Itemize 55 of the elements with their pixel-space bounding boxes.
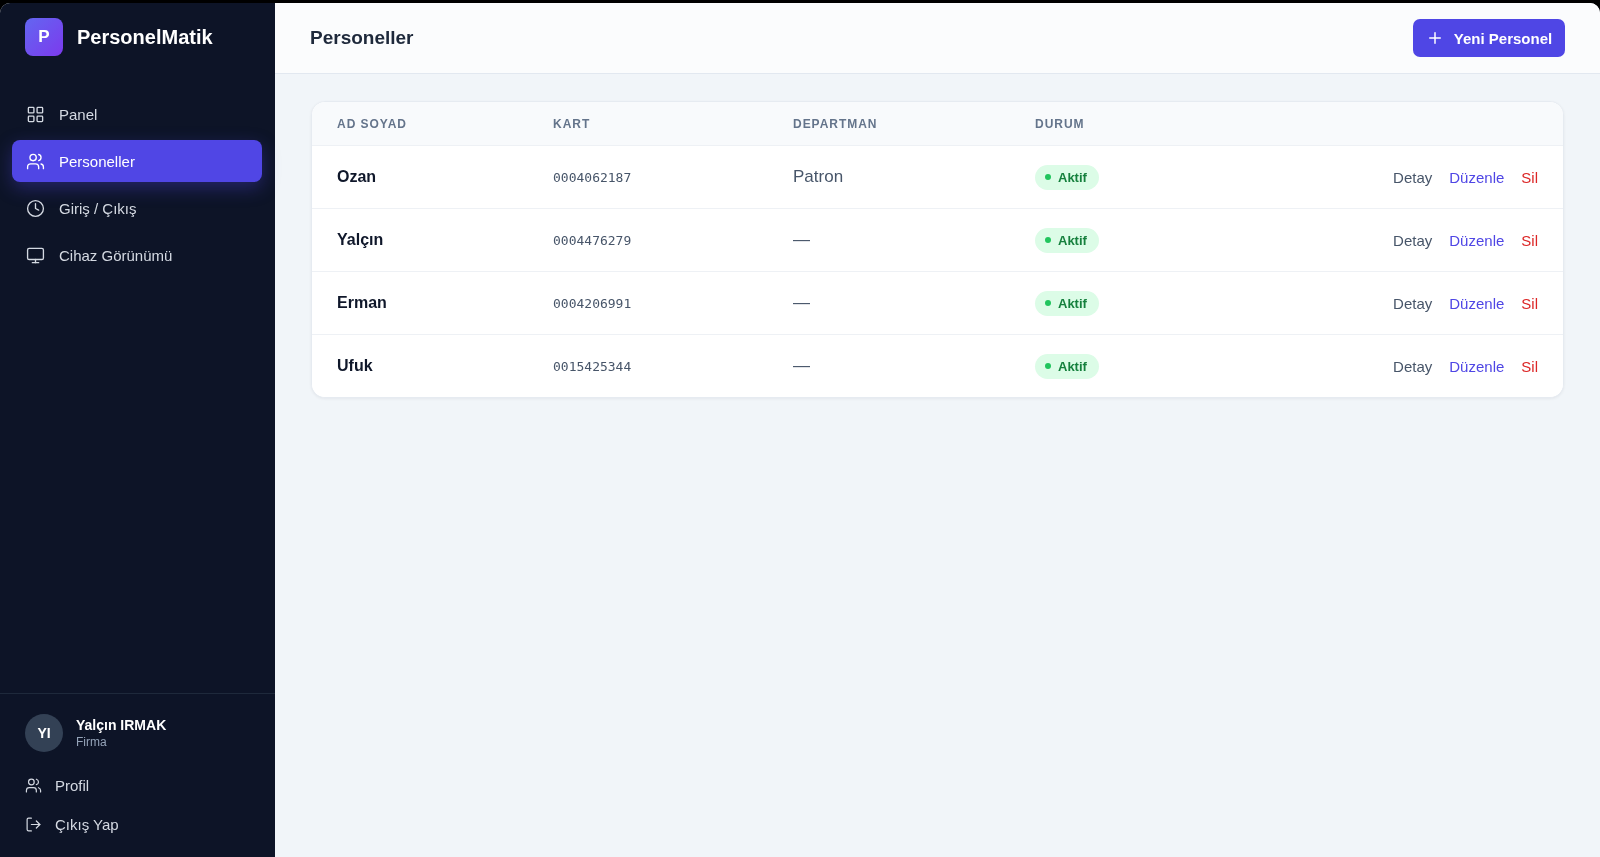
sidebar-link[interactable]: Çıkış Yap [25,805,119,844]
user-name: Yalçın IRMAK [76,717,167,733]
column-header: DEPARTMAN [793,116,878,131]
column-header: KART [553,116,591,131]
clock-icon [26,198,45,218]
action-link[interactable]: Düzenle [1449,294,1505,312]
name-cell: Erman [337,294,387,312]
monitor-icon [26,245,45,265]
sidebar-item[interactable]: Cihaz Görünümü [12,234,262,276]
department-cell: — [793,293,810,313]
user-role: Firma [76,735,108,749]
users-icon [26,151,45,171]
action-link[interactable]: Düzenle [1449,168,1505,186]
sidebar-item[interactable]: Personeller [12,140,262,182]
action-link[interactable]: Düzenle [1449,357,1505,375]
department-cell: — [793,230,810,250]
column-header: DURUM [1035,116,1085,131]
action-link[interactable]: Sil [1521,231,1538,249]
sidebar-link[interactable]: Profil [25,766,90,805]
card-number-cell: 0015425344 [553,358,632,374]
new-personnel-button[interactable]: Yeni Personel [1413,19,1565,57]
status-dot-icon [1045,174,1051,180]
logo-icon: P [25,18,63,56]
status-badge: Aktif [1035,227,1099,253]
card-number-cell: 0004206991 [553,295,632,311]
sidebar-item[interactable]: Giriş / Çıkış [12,187,262,229]
page-title: Personeller [310,27,414,49]
action-link[interactable]: Düzenle [1449,231,1505,249]
status-badge: Aktif [1035,290,1099,316]
action-link[interactable]: Sil [1521,357,1538,375]
action-link[interactable]: Detay [1393,168,1433,186]
avatar-icon: YI [25,714,63,752]
grid-icon [26,104,45,124]
action-link[interactable]: Detay [1393,294,1433,312]
sidebar-item[interactable]: Panel [12,93,262,135]
status-badge: Aktif [1035,353,1099,379]
status-dot-icon [1045,363,1051,369]
action-link[interactable]: Sil [1521,168,1538,186]
status-dot-icon [1045,300,1051,306]
status-dot-icon [1045,237,1051,243]
name-cell: Ufuk [337,357,373,375]
action-link[interactable]: Detay [1393,357,1433,375]
users-icon [25,777,42,794]
department-cell: — [793,356,810,376]
card-number-cell: 0004476279 [553,232,632,248]
column-header: AD SOYAD [337,116,407,131]
name-cell: Ozan [337,168,377,186]
action-link[interactable]: Detay [1393,231,1433,249]
card-number-cell: 0004062187 [553,169,632,185]
brand-name: PersonelMatik [77,25,213,50]
logout-icon [25,816,42,833]
department-cell: Patron [793,167,844,187]
name-cell: Yalçın [337,231,384,249]
status-badge: Aktif [1035,164,1099,190]
action-link[interactable]: Sil [1521,294,1538,312]
